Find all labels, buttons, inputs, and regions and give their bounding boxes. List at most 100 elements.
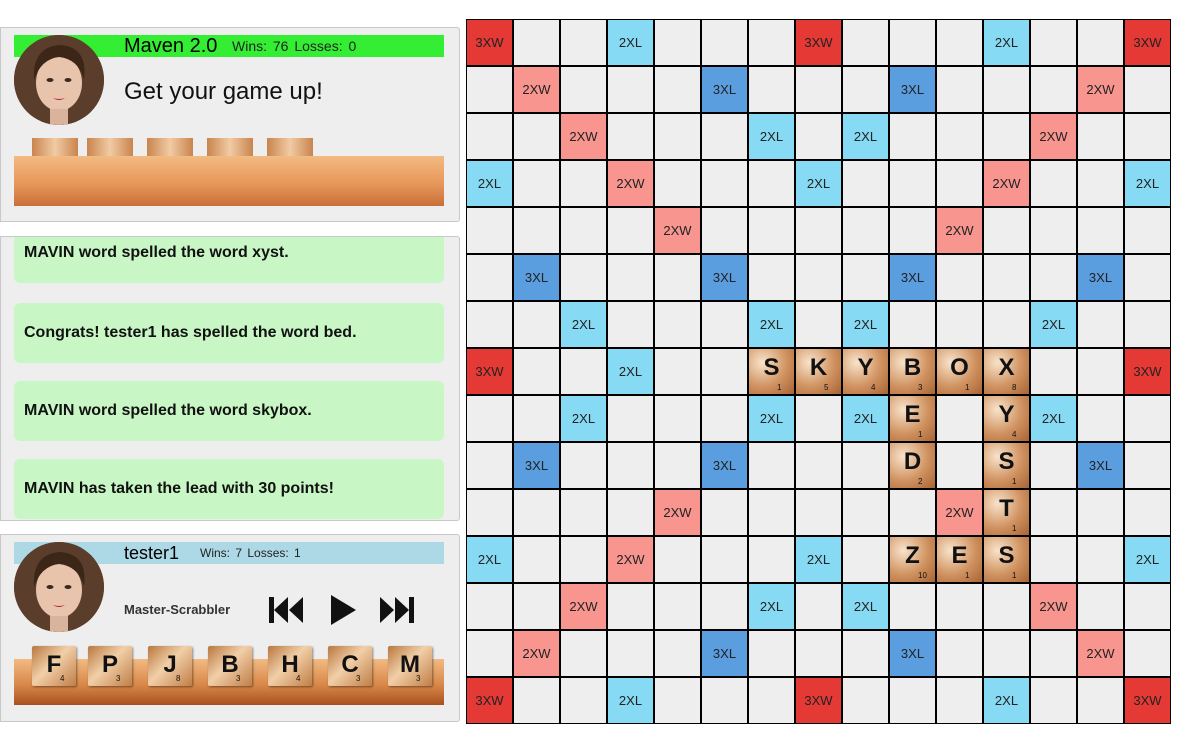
premium-square-dw[interactable]: 2XW	[514, 631, 559, 676]
premium-square-dl[interactable]: 2XL	[608, 349, 653, 394]
board-cell[interactable]	[608, 67, 653, 112]
board-cell[interactable]	[655, 302, 700, 347]
rack-tile[interactable]: J8	[148, 646, 192, 686]
board-cell[interactable]	[561, 20, 606, 65]
board-cell[interactable]	[514, 678, 559, 723]
premium-square-tl[interactable]: 3XL	[890, 255, 935, 300]
board-cell[interactable]	[655, 443, 700, 488]
board-cell[interactable]	[796, 631, 841, 676]
board-cell[interactable]	[937, 161, 982, 206]
premium-square-dl[interactable]: 2XL	[843, 114, 888, 159]
board-cell[interactable]	[1078, 490, 1123, 535]
premium-square-dw[interactable]: 2XW	[514, 67, 559, 112]
board-cell[interactable]	[655, 20, 700, 65]
board-cell[interactable]	[467, 114, 512, 159]
board-cell[interactable]	[514, 349, 559, 394]
premium-square-dw[interactable]: 2XW	[1031, 584, 1076, 629]
board-cell[interactable]	[843, 67, 888, 112]
board-cell[interactable]	[890, 678, 935, 723]
board-cell[interactable]	[1031, 490, 1076, 535]
board-cell[interactable]	[1031, 20, 1076, 65]
board-cell[interactable]	[1125, 490, 1170, 535]
board-cell[interactable]	[984, 584, 1029, 629]
board-cell[interactable]	[467, 490, 512, 535]
rack-tile[interactable]: B3	[208, 646, 252, 686]
board-cell[interactable]	[467, 443, 512, 488]
board-cell[interactable]	[1125, 255, 1170, 300]
board-cell[interactable]	[702, 20, 747, 65]
board-cell[interactable]	[796, 208, 841, 253]
premium-square-tl[interactable]: 3XL	[514, 255, 559, 300]
board-cell[interactable]	[1031, 208, 1076, 253]
board-cell[interactable]	[984, 255, 1029, 300]
board-cell[interactable]	[561, 490, 606, 535]
board-tile[interactable]: B3	[890, 349, 935, 394]
board-cell[interactable]	[937, 443, 982, 488]
board-cell[interactable]	[937, 396, 982, 441]
game-board[interactable]: 3XW 2XL 3XW 2XL 3XW 2XW 3XL 3XL 2XW 2XW 2XL 2XL 2XW 2…	[466, 19, 1171, 724]
play-button[interactable]	[322, 590, 362, 630]
board-cell[interactable]	[561, 255, 606, 300]
board-cell[interactable]	[749, 537, 794, 582]
premium-square-dl[interactable]: 2XL	[796, 161, 841, 206]
premium-square-tw[interactable]: 3XW	[467, 20, 512, 65]
board-cell[interactable]	[937, 584, 982, 629]
board-tile[interactable]: Y4	[843, 349, 888, 394]
board-cell[interactable]	[514, 584, 559, 629]
board-cell[interactable]	[890, 302, 935, 347]
rack-tile[interactable]: H4	[268, 646, 312, 686]
premium-square-tl[interactable]: 3XL	[890, 67, 935, 112]
premium-square-tw[interactable]: 3XW	[1125, 20, 1170, 65]
board-tile[interactable]: S1	[984, 537, 1029, 582]
board-cell[interactable]	[655, 631, 700, 676]
previous-button[interactable]	[266, 590, 306, 630]
board-tile[interactable]: K5	[796, 349, 841, 394]
board-cell[interactable]	[467, 631, 512, 676]
board-cell[interactable]	[702, 537, 747, 582]
board-cell[interactable]	[608, 490, 653, 535]
board-cell[interactable]	[608, 584, 653, 629]
premium-square-dw[interactable]: 2XW	[608, 537, 653, 582]
board-cell[interactable]	[749, 255, 794, 300]
premium-square-dl[interactable]: 2XL	[749, 396, 794, 441]
premium-square-tl[interactable]: 3XL	[702, 255, 747, 300]
board-cell[interactable]	[1125, 114, 1170, 159]
board-cell[interactable]	[608, 302, 653, 347]
premium-square-dl[interactable]: 2XL	[467, 537, 512, 582]
board-cell[interactable]	[749, 20, 794, 65]
board-cell[interactable]	[843, 20, 888, 65]
premium-square-dl[interactable]: 2XL	[1125, 161, 1170, 206]
board-cell[interactable]	[702, 349, 747, 394]
board-cell[interactable]	[1031, 537, 1076, 582]
board-cell[interactable]	[937, 20, 982, 65]
board-cell[interactable]	[937, 67, 982, 112]
board-tile[interactable]: Y4	[984, 396, 1029, 441]
board-cell[interactable]	[655, 678, 700, 723]
board-cell[interactable]	[843, 631, 888, 676]
board-cell[interactable]	[749, 443, 794, 488]
board-cell[interactable]	[843, 161, 888, 206]
board-cell[interactable]	[796, 490, 841, 535]
premium-square-dw[interactable]: 2XW	[655, 208, 700, 253]
board-cell[interactable]	[655, 255, 700, 300]
board-cell[interactable]	[937, 631, 982, 676]
board-cell[interactable]	[1125, 302, 1170, 347]
premium-square-dl[interactable]: 2XL	[984, 20, 1029, 65]
board-cell[interactable]	[608, 396, 653, 441]
premium-square-tw[interactable]: 3XW	[467, 349, 512, 394]
board-cell[interactable]	[796, 67, 841, 112]
board-tile[interactable]: E1	[890, 396, 935, 441]
board-cell[interactable]	[702, 584, 747, 629]
board-cell[interactable]	[514, 114, 559, 159]
board-cell[interactable]	[1078, 114, 1123, 159]
premium-square-tw[interactable]: 3XW	[796, 678, 841, 723]
board-cell[interactable]	[1078, 20, 1123, 65]
board-cell[interactable]	[1031, 631, 1076, 676]
board-cell[interactable]	[843, 443, 888, 488]
premium-square-dl[interactable]: 2XL	[749, 302, 794, 347]
premium-square-dl[interactable]: 2XL	[843, 396, 888, 441]
premium-square-dl[interactable]: 2XL	[843, 584, 888, 629]
premium-square-dl[interactable]: 2XL	[467, 161, 512, 206]
board-cell[interactable]	[702, 490, 747, 535]
board-tile[interactable]: T1	[984, 490, 1029, 535]
